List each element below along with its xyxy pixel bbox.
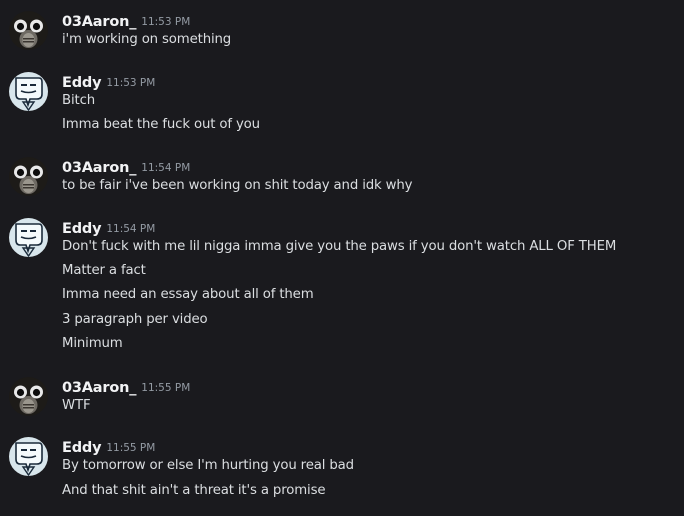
message-text: i'm working on something <box>62 32 232 47</box>
message-text: And that shit ain't a threat it's a prom… <box>62 483 326 498</box>
aaron-avatar-icon <box>9 157 48 196</box>
message-list: 03Aaron_ 11:53 PM i'm working on somethin… <box>0 0 684 516</box>
message-text: WTF <box>62 398 91 413</box>
aaron-avatar-icon <box>9 11 48 50</box>
message-text: By tomorrow or else I'm hurting you real… <box>62 458 354 473</box>
message-text: Don't fuck with me lil nigga imma give y… <box>62 239 617 254</box>
message-header: Eddy 11:54 PM <box>62 218 155 238</box>
username[interactable]: Eddy <box>62 221 102 237</box>
username[interactable]: 03Aaron_ <box>62 160 136 176</box>
timestamp: 11:54 PM <box>141 162 191 174</box>
message-text: Imma need an essay about all of them <box>62 287 314 302</box>
message-text: to be fair i've been working on shit tod… <box>62 178 413 193</box>
timestamp: 11:53 PM <box>141 16 191 28</box>
username[interactable]: 03Aaron_ <box>62 14 136 30</box>
aaron-avatar-icon <box>9 377 48 416</box>
avatar[interactable] <box>9 72 48 111</box>
message-text: Matter a fact <box>62 263 146 278</box>
username[interactable]: 03Aaron_ <box>62 380 136 396</box>
username[interactable]: Eddy <box>62 75 102 91</box>
username[interactable]: Eddy <box>62 440 102 456</box>
message-header: 03Aaron_ 11:53 PM <box>62 11 190 31</box>
message-text: Minimum <box>62 336 123 351</box>
message-text: 3 paragraph per video <box>62 312 208 327</box>
eddy-avatar-icon <box>9 218 48 257</box>
timestamp: 11:53 PM <box>106 77 156 89</box>
message-header: Eddy 11:53 PM <box>62 72 155 92</box>
timestamp: 11:55 PM <box>106 442 156 454</box>
avatar[interactable] <box>9 218 48 257</box>
message-header: Eddy 11:55 PM <box>62 437 155 457</box>
avatar[interactable] <box>9 377 48 416</box>
message-header: 03Aaron_ 11:54 PM <box>62 157 190 177</box>
avatar[interactable] <box>9 157 48 196</box>
avatar[interactable] <box>9 11 48 50</box>
message-header: 03Aaron_ 11:55 PM <box>62 377 190 397</box>
eddy-avatar-icon <box>9 72 48 111</box>
eddy-avatar-icon <box>9 437 48 476</box>
timestamp: 11:55 PM <box>141 382 191 394</box>
avatar[interactable] <box>9 437 48 476</box>
message-text: Bitch <box>62 93 96 108</box>
timestamp: 11:54 PM <box>106 223 156 235</box>
message-text: Imma beat the fuck out of you <box>62 117 260 132</box>
